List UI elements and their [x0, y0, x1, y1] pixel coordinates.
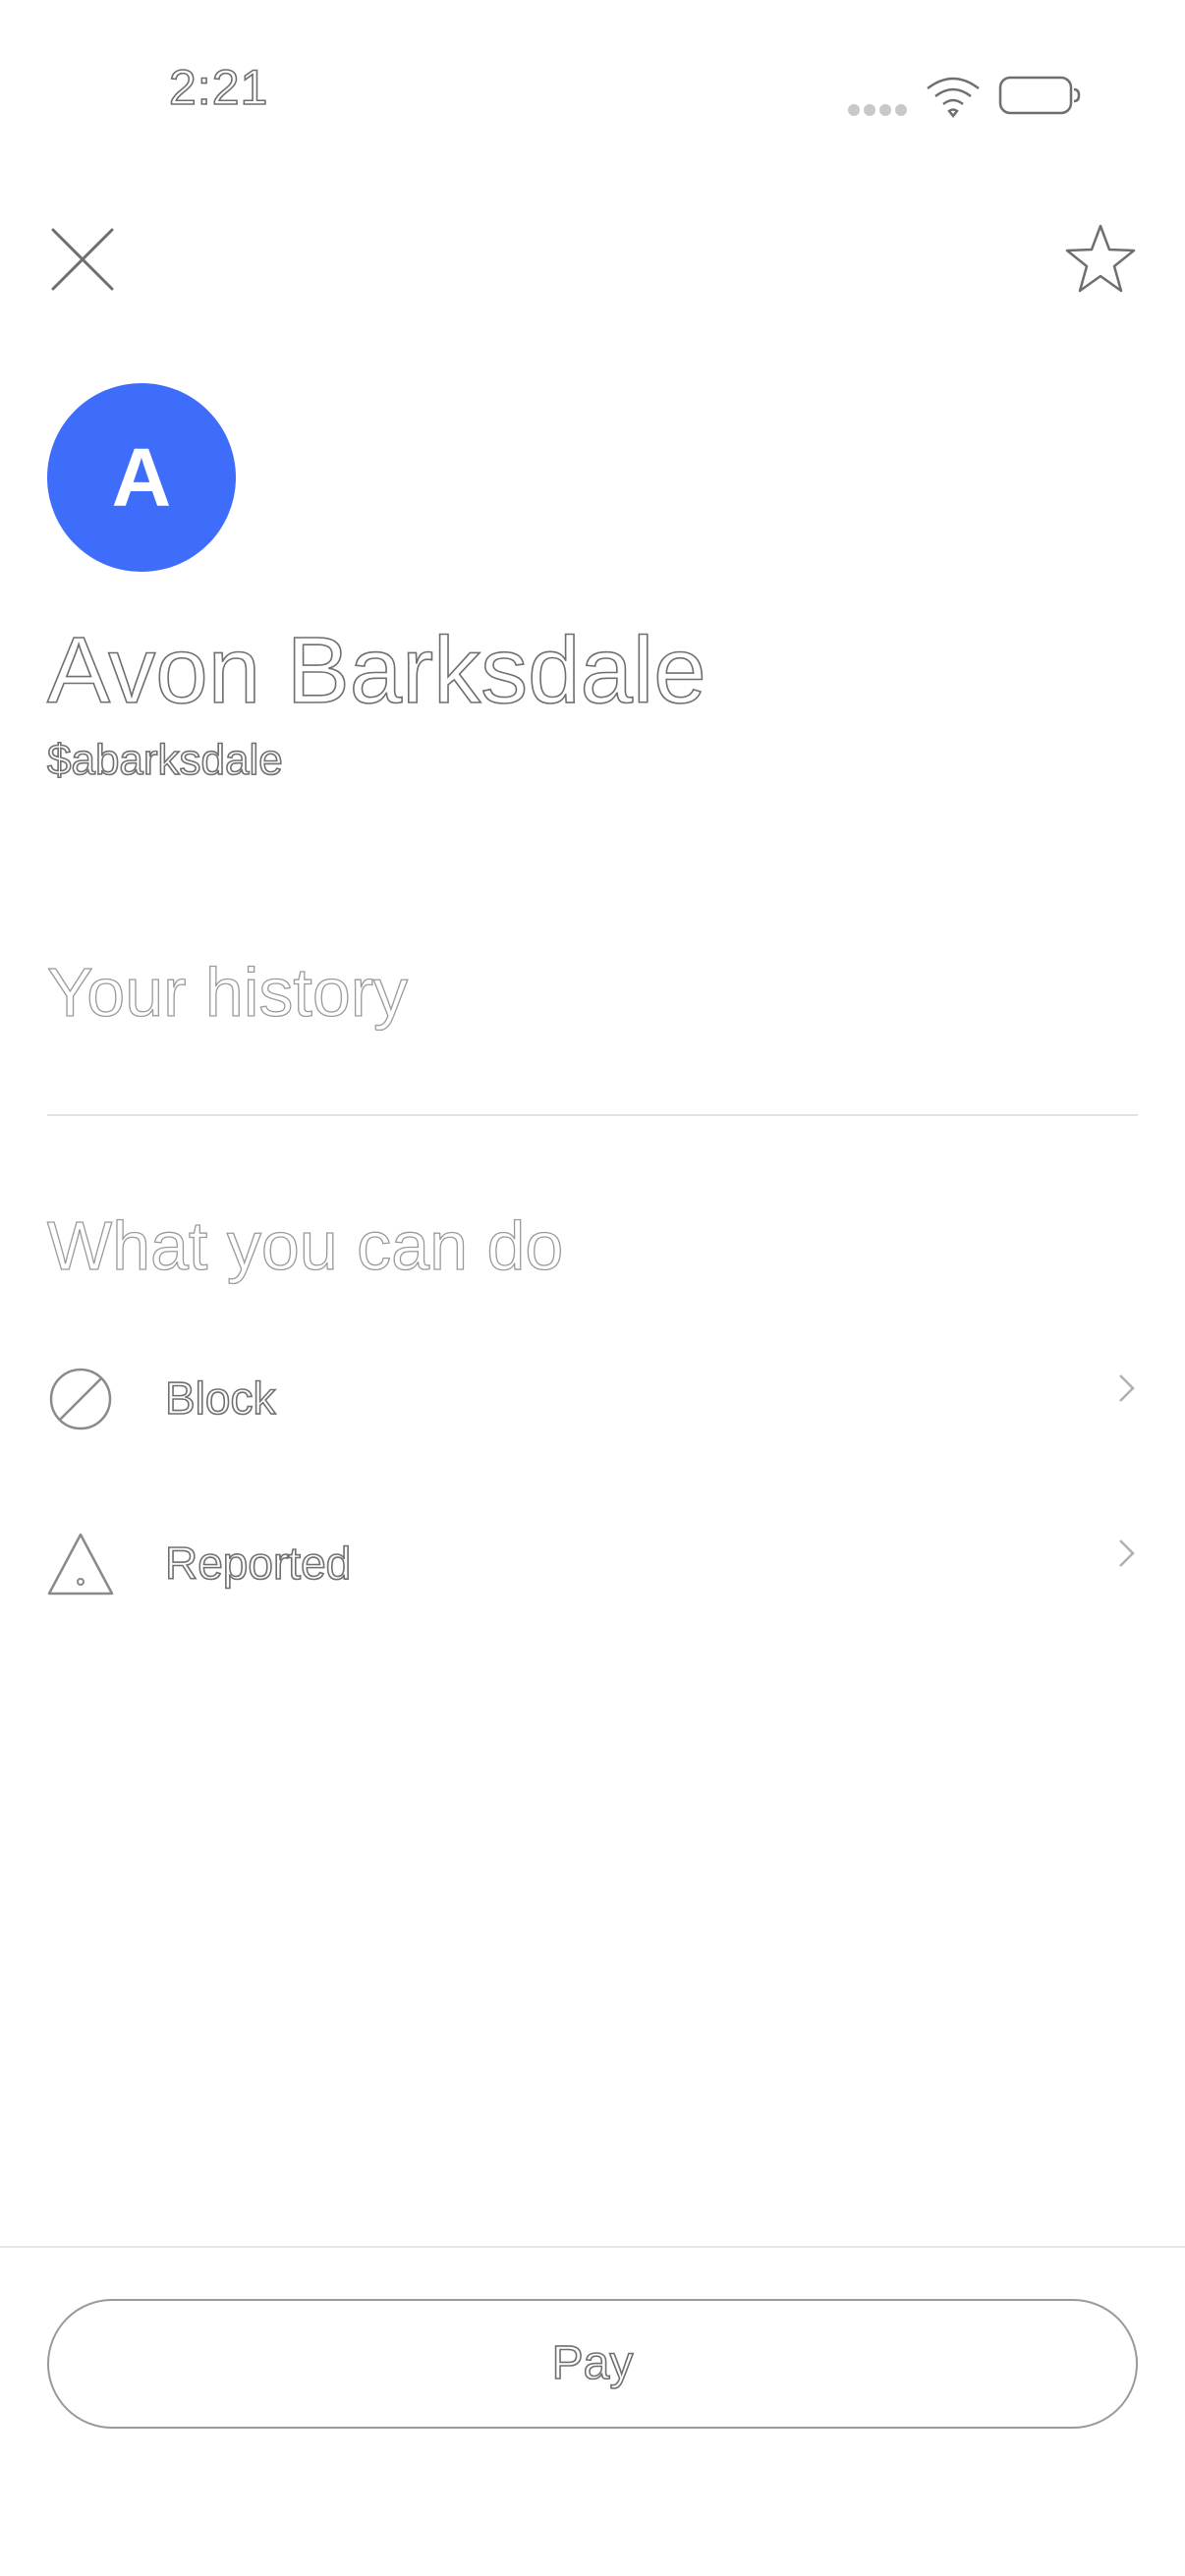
actions-section-title: What you can do — [46, 1207, 564, 1284]
reported-label: Reported — [164, 1538, 352, 1589]
profile-screen: 2:21 A Avon Barksdale $abarksdale Your h… — [0, 0, 1185, 2576]
block-label: Block — [164, 1372, 276, 1424]
reported-action-row[interactable]: Reported — [47, 1509, 1138, 1617]
chevron-right-icon — [1119, 1374, 1135, 1402]
chevron-right-icon — [1119, 1540, 1135, 1567]
status-bar: 2:21 — [0, 0, 1185, 196]
pay-button-label: Pay — [551, 2337, 634, 2389]
close-button[interactable] — [47, 224, 118, 295]
wifi-icon — [927, 77, 980, 118]
cellular-signal-icon — [848, 104, 907, 116]
avatar: A — [47, 383, 236, 572]
footer-divider — [0, 2246, 1185, 2248]
profile-name: Avon Barksdale — [46, 618, 706, 723]
history-section-title: Your history — [46, 954, 409, 1031]
status-time: 2:21 — [168, 60, 269, 115]
section-divider — [47, 1114, 1138, 1116]
star-icon — [1065, 224, 1136, 293]
block-icon — [49, 1368, 112, 1430]
favorite-button[interactable] — [1063, 222, 1138, 297]
block-action-row[interactable]: Block — [47, 1344, 1138, 1452]
close-icon — [51, 228, 114, 291]
warning-icon — [47, 1533, 114, 1596]
pay-button[interactable]: Pay — [47, 2299, 1138, 2429]
profile-handle: $abarksdale — [46, 735, 283, 784]
battery-icon — [998, 76, 1081, 115]
avatar-initial: A — [111, 431, 172, 524]
